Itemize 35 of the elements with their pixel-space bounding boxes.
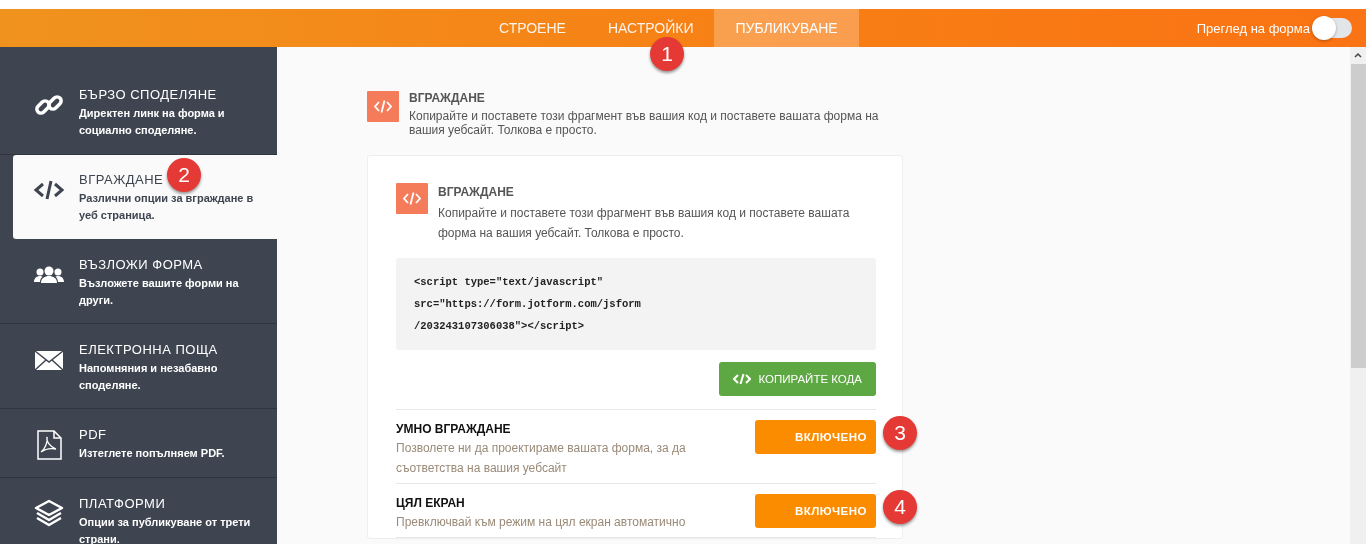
scroll-up-icon[interactable] <box>1354 52 1362 58</box>
code-line: <script type="text/javascript" <box>414 275 605 289</box>
step-badge: 4 <box>883 490 917 524</box>
item-description: Различни опции за вграждане в уеб страница. <box>79 191 255 223</box>
item-title: PDF <box>79 427 107 442</box>
item-title: ВЪЗЛОЖИ ФОРМА <box>79 257 203 272</box>
code-icon <box>367 91 399 122</box>
preview-label: Преглед на форма <box>1196 20 1310 36</box>
option-description: Превключвай към режим на цял екран автоматично <box>396 514 687 531</box>
step-badge: 3 <box>883 416 917 450</box>
item-title: ПЛАТФОРМИ <box>79 496 166 511</box>
item-description: Напомняния и незабавно споделяне. <box>79 361 219 393</box>
section-title: ВГРАЖДАНЕ <box>409 91 486 105</box>
item-description: Директен линк на форма и социално споделяне. <box>79 106 226 138</box>
sidebar-item[interactable]: ЕЛЕКТРОННА ПОЩА Напомняния и незабавно споделяне. <box>0 324 277 409</box>
code-line: src="https://form.jotform.com/jsform <box>414 297 642 311</box>
code-icon <box>732 373 751 385</box>
option-title: УМНО ВГРАЖДАНЕ <box>396 422 512 436</box>
card-description: Копирайте и поставете този фрагмент във вашия код и поставете вашата форма на вашия уебсайт. Толкова е просто. <box>438 205 851 242</box>
option-description: Позволете ни да проектираме вашата форма, за да съответства на вашия уебсайт <box>396 440 687 477</box>
card-title: ВГРАЖДАНЕ <box>438 185 515 199</box>
item-title: БЪРЗО СПОДЕЛЯНЕ <box>79 87 217 102</box>
scrollbar[interactable] <box>1350 47 1366 544</box>
code-line: /203243107306038"></script> <box>414 319 586 333</box>
item-title: ЕЛЕКТРОННА ПОЩА <box>79 342 218 357</box>
step-badge: 1 <box>650 37 684 71</box>
item-description: Възложете вашите форми на други. <box>79 276 240 308</box>
sidebar-item[interactable]: ВЪЗЛОЖИ ФОРМА Възложете вашите форми на други. <box>0 239 277 324</box>
section-description: Копирайте и поставете този фрагмент във вашия код и поставете вашата форма на вашия уебсайт. Толкова е просто. <box>409 109 880 137</box>
preview-switch[interactable] <box>1314 18 1352 38</box>
sidebar-item[interactable]: PDF Изтеглете попълняем PDF. <box>0 409 277 478</box>
option-title: ЦЯЛ ЕКРАН <box>396 496 466 510</box>
item-description: Изтеглете попълняем PDF. <box>79 446 225 461</box>
item-title: ВГРАЖДАНЕ <box>79 172 164 187</box>
code-icon <box>396 183 428 214</box>
